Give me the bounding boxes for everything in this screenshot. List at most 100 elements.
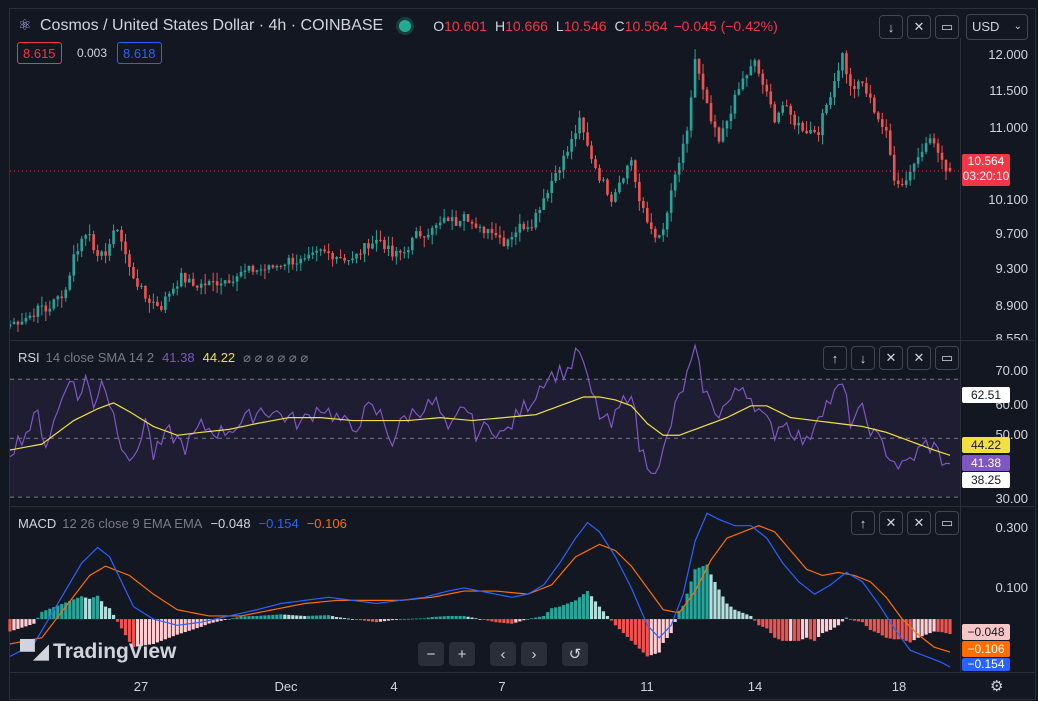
candle-body (737, 89, 741, 95)
candle-body (936, 143, 940, 153)
macd-histogram-bar (737, 611, 741, 620)
candle-body (255, 270, 259, 272)
symbol-title[interactable]: Cosmos / United States Dollar · 4h · COI… (40, 17, 383, 35)
candle-body (44, 305, 48, 312)
candle-body (538, 209, 542, 213)
candle-body (526, 227, 530, 230)
price-axis-label: 10.100 (988, 192, 1028, 207)
candle-body (757, 60, 761, 74)
candle-body (64, 289, 68, 299)
low-value: 10.546 (563, 18, 607, 34)
candle-body (578, 117, 581, 134)
macd-histogram-bar (697, 567, 701, 620)
candle-body (884, 126, 888, 131)
candle-body (48, 308, 52, 312)
candle-body (865, 83, 868, 94)
reset-chart-button[interactable]: ↺ (562, 642, 588, 666)
macd-histogram-bar (167, 619, 171, 638)
candle-body (705, 89, 709, 104)
macd-histogram-bar (259, 615, 263, 620)
candle-body (789, 105, 792, 115)
move-up-icon[interactable]: ↑ (823, 346, 847, 370)
low-label: L (555, 18, 564, 34)
macd-histogram-bar (195, 619, 199, 629)
macd-histogram-bar (370, 619, 375, 622)
rsi-legend[interactable]: RSI 14 close SMA 14 2 41.38 44.22 ⌀ ⌀ ⌀ ⌀ ⌀ … (18, 350, 308, 366)
candle-body (156, 301, 159, 307)
macd-histogram-bar (279, 614, 283, 620)
price-axis-label: 8.900 (995, 298, 1028, 313)
candle-body (72, 254, 76, 276)
macd-histogram-bar (538, 616, 542, 620)
scroll-right-button[interactable]: › (521, 642, 547, 666)
macd-histogram-bar (522, 619, 526, 621)
macd-hist-tag: −0.048 (962, 624, 1010, 640)
macd-histogram-bar (948, 619, 952, 635)
candle-body (821, 113, 824, 136)
buy-price-button[interactable]: 8.618 (117, 42, 162, 64)
candle-body (626, 165, 629, 179)
zoom-out-button[interactable]: − (418, 642, 444, 666)
candle-body (140, 285, 143, 287)
macd-value: −0.154 (258, 516, 299, 531)
macd-histogram-bar (390, 619, 394, 621)
macd-params: 12 26 close 9 EMA EMA (62, 516, 203, 531)
macd-histogram-bar (725, 603, 729, 620)
macd-histogram-bar (589, 596, 594, 620)
macd-histogram-bar (649, 619, 653, 656)
macd-histogram-bar (872, 619, 876, 632)
settings-gear-icon[interactable]: ⚙ (990, 677, 1003, 695)
macd-histogram-bar (382, 619, 387, 622)
maximize-pane-icon[interactable]: ▭ (935, 511, 959, 535)
minimize-pane-icon[interactable]: ✕ (907, 346, 931, 370)
tradingview-logo[interactable]: ▀◢ TradingView (20, 639, 176, 664)
market-status-icon[interactable] (399, 20, 412, 32)
candle-body (689, 97, 693, 131)
candle-body (164, 296, 167, 310)
candle-body (470, 221, 474, 224)
macd-histogram-bar (753, 619, 757, 621)
candle-body (797, 122, 800, 126)
macd-histogram-bar (924, 619, 928, 635)
macd-histogram-bar (323, 615, 327, 620)
close-pane-icon[interactable]: ✕ (879, 511, 903, 535)
candle-body (215, 281, 219, 286)
close-label: C (614, 18, 625, 34)
macd-histogram-bar (793, 619, 797, 641)
minimize-pane-icon[interactable]: ✕ (907, 511, 931, 535)
macd-legend[interactable]: MACD 12 26 close 9 EMA EMA −0.048 −0.154 −0.… (18, 516, 347, 531)
macd-histogram-bar (733, 609, 737, 620)
minimize-pane-icon[interactable]: ✕ (907, 15, 931, 39)
move-up-icon[interactable]: ↑ (851, 511, 875, 535)
scroll-left-button[interactable]: ‹ (490, 642, 516, 666)
macd-histogram-bar (44, 610, 48, 620)
candle-body (40, 305, 44, 307)
macd-histogram-bar (884, 619, 888, 638)
candle-body (530, 227, 534, 229)
maximize-pane-icon[interactable]: ▭ (935, 346, 959, 370)
rsi-name: RSI (18, 350, 40, 365)
sell-price-button[interactable]: 8.615 (17, 42, 62, 64)
candle-body (191, 278, 195, 286)
candle-body (227, 280, 231, 283)
macd-histogram-bar (231, 618, 235, 620)
candle-body (944, 159, 948, 172)
candle-body (235, 276, 239, 282)
candle-body (661, 229, 665, 236)
candle-body (144, 285, 147, 299)
macd-histogram-bar (797, 619, 801, 641)
currency-select[interactable]: USD ⌄ (966, 14, 1028, 40)
collapse-pane-icon[interactable]: ↓ (879, 15, 903, 39)
candle-body (179, 272, 183, 287)
move-down-icon[interactable]: ↓ (851, 346, 875, 370)
candle-body (849, 74, 852, 86)
candle-body (940, 152, 944, 160)
macd-histogram-bar (171, 619, 175, 637)
maximize-pane-icon[interactable]: ▭ (935, 15, 959, 39)
macd-histogram-bar (820, 619, 825, 634)
candle-body (168, 293, 171, 297)
zoom-in-button[interactable]: + (449, 642, 475, 666)
candle-body (231, 281, 235, 283)
candle-body (880, 119, 884, 127)
close-pane-icon[interactable]: ✕ (879, 346, 903, 370)
